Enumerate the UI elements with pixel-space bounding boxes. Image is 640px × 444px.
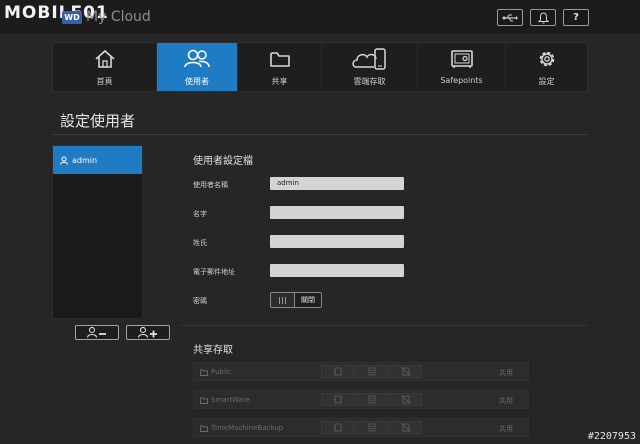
top-bar: MOBILE01 WD My Cloud ? (0, 0, 640, 34)
safe-icon (450, 50, 473, 68)
cloud-access-icon (351, 48, 386, 70)
no-access-icon (400, 367, 411, 376)
folder-icon (200, 425, 208, 432)
usb-icon (502, 14, 518, 21)
full-access-button[interactable] (321, 393, 354, 406)
share-row: Public 共用 (193, 362, 529, 381)
last-name-label: 姓氏 (193, 239, 207, 247)
first-name-label: 名字 (193, 210, 207, 218)
read-only-button[interactable] (355, 393, 388, 406)
full-access-button[interactable] (321, 421, 354, 434)
page-title: 設定使用者 (60, 112, 136, 130)
share-status: 共用 (499, 425, 513, 433)
nav-shares-label: 共享 (271, 77, 288, 86)
email-label: 電子郵件地址 (193, 268, 235, 276)
share-access-heading: 共享存取 (193, 345, 233, 356)
share-name: SmartWare (211, 396, 250, 404)
user-list-item-admin[interactable]: admin (53, 146, 142, 174)
brand-name: My Cloud (86, 9, 151, 25)
remove-user-icon (87, 327, 106, 338)
help-label: ? (573, 12, 579, 23)
user-list: admin (52, 145, 143, 319)
user-list-item-label: admin (72, 155, 98, 165)
image-id-watermark: #2207953 (587, 431, 636, 442)
nav-safepoints[interactable]: Safepoints (418, 43, 506, 91)
read-write-icon (333, 367, 341, 376)
no-access-button[interactable] (389, 365, 422, 378)
username-label: 使用者名稱 (193, 181, 228, 189)
share-row: TimeMachineBackup 共用 (193, 418, 529, 437)
last-name-field[interactable] (270, 235, 404, 248)
share-row: SmartWare 共用 (193, 390, 529, 409)
no-access-icon (400, 423, 411, 432)
gear-icon (539, 51, 554, 67)
panel-divider (180, 325, 588, 326)
users-icon (184, 49, 210, 68)
no-access-icon (400, 395, 411, 404)
read-only-icon (368, 395, 375, 404)
password-label: 密碼 (193, 297, 207, 305)
read-only-button[interactable] (355, 421, 388, 434)
read-only-button[interactable] (355, 365, 388, 378)
folder-icon (200, 369, 208, 376)
user-icon (60, 156, 68, 165)
help-button[interactable]: ? (563, 9, 589, 26)
full-access-button[interactable] (321, 365, 354, 378)
no-access-button[interactable] (389, 393, 422, 406)
nav-home[interactable]: 首頁 (53, 43, 157, 91)
share-name: Public (211, 368, 232, 376)
no-access-button[interactable] (389, 421, 422, 434)
remove-user-button[interactable] (75, 325, 119, 340)
read-only-icon (368, 367, 375, 376)
alerts-button[interactable] (530, 9, 556, 26)
nav-cloud-access[interactable]: 雲端存取 (322, 43, 418, 91)
first-name-field[interactable] (270, 206, 404, 219)
toggle-knob (271, 293, 295, 307)
read-only-icon (368, 423, 375, 432)
nav-home-label: 首頁 (96, 77, 113, 86)
folder-icon (269, 52, 290, 67)
nav-shares[interactable]: 共享 (238, 43, 322, 91)
read-write-icon (333, 423, 341, 432)
title-divider (52, 134, 588, 135)
read-write-icon (333, 395, 341, 404)
nav-cloud-access-label: 雲端存取 (353, 77, 386, 86)
share-status: 共用 (499, 369, 513, 377)
password-toggle[interactable]: 關閉 (270, 292, 322, 308)
usb-button[interactable] (497, 9, 523, 26)
email-field[interactable] (270, 264, 404, 277)
add-user-icon (138, 327, 157, 338)
folder-icon (200, 397, 208, 404)
nav-settings[interactable]: 設定 (506, 43, 587, 91)
home-icon (94, 49, 115, 68)
share-name: TimeMachineBackup (211, 424, 284, 432)
nav-safepoints-label: Safepoints (440, 76, 483, 85)
wd-logo: WD (62, 11, 82, 24)
nav-users-label: 使用者 (185, 77, 209, 86)
add-user-button[interactable] (126, 325, 170, 340)
bell-icon (537, 11, 549, 23)
nav-users[interactable]: 使用者 (157, 43, 238, 91)
share-status: 共用 (499, 397, 513, 405)
main-nav: 首頁 使用者 共享 雲端存取 Safepoints 設定 (52, 42, 588, 92)
username-field[interactable]: admin (270, 177, 404, 190)
nav-settings-label: 設定 (538, 77, 555, 86)
profile-heading: 使用者設定檔 (193, 156, 253, 167)
password-toggle-state: 關閉 (295, 293, 321, 307)
